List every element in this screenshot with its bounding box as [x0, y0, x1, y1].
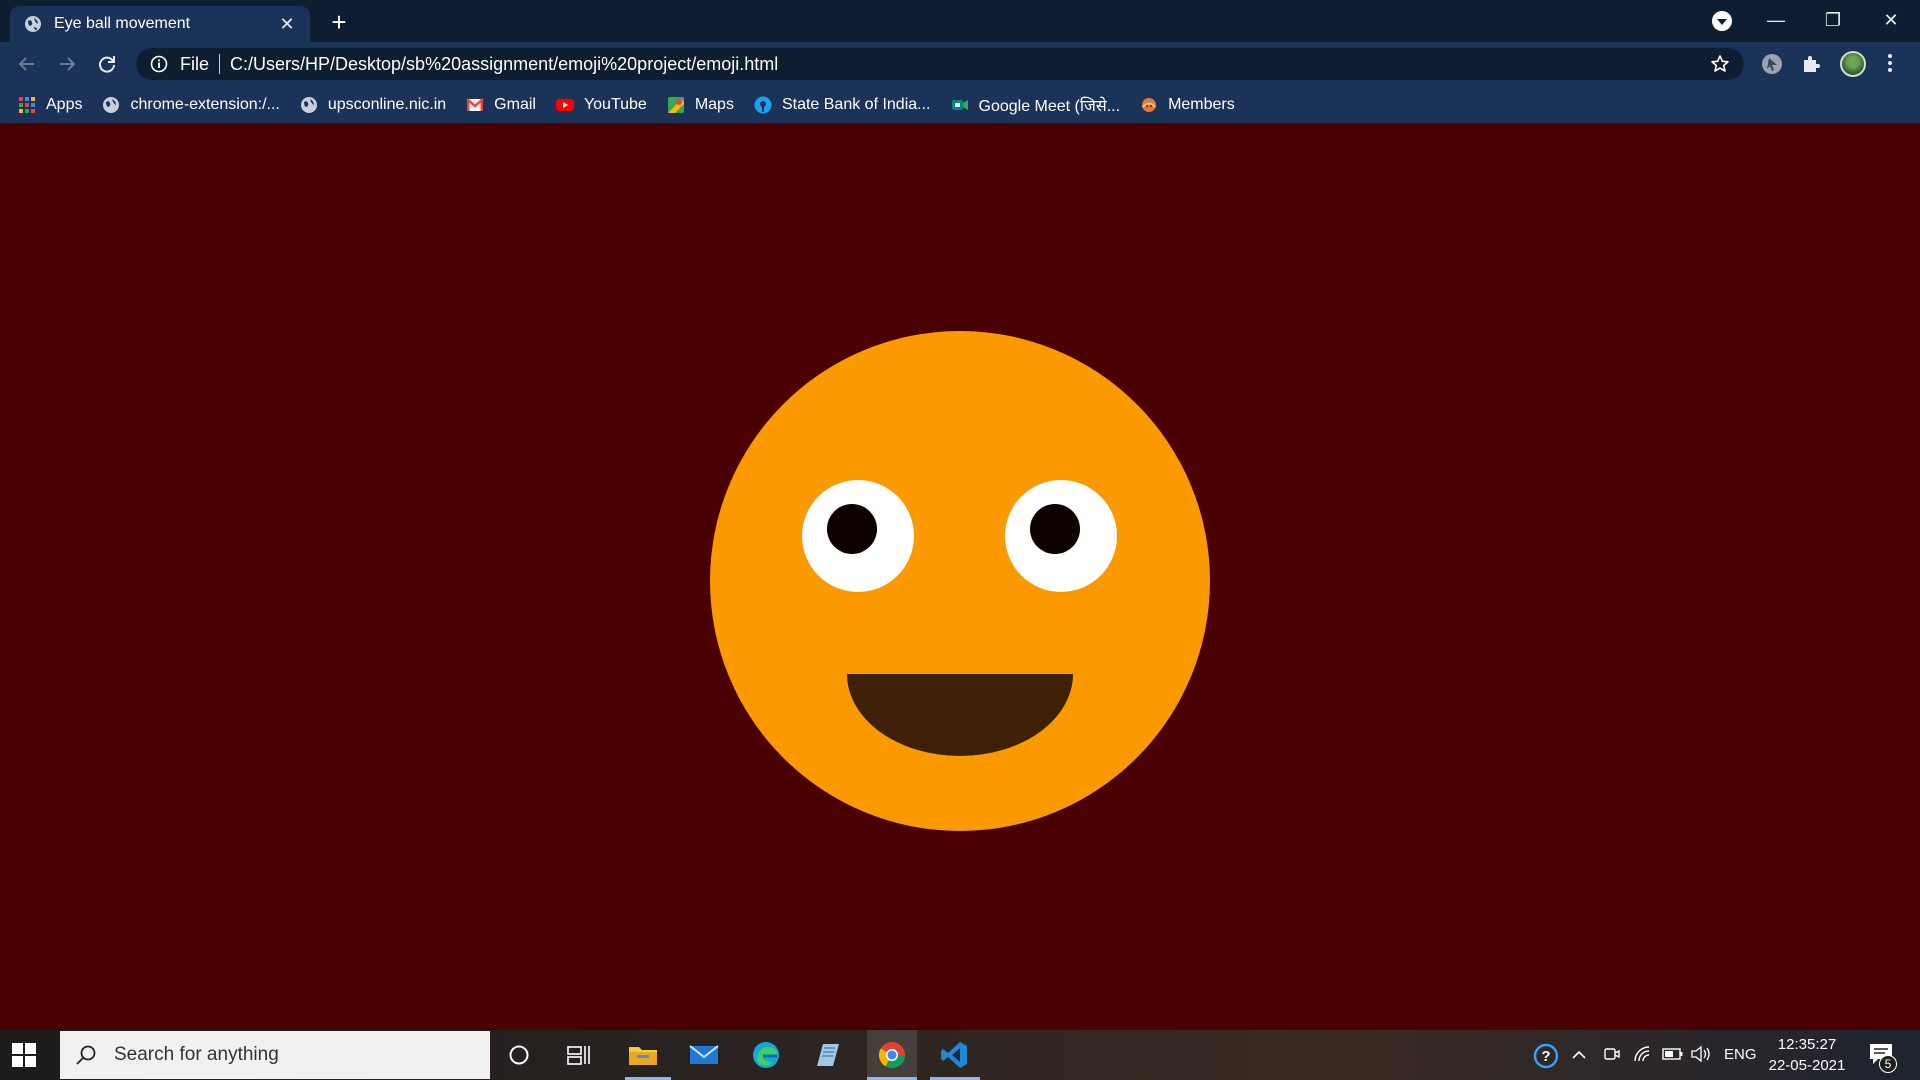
meet-now-icon[interactable]	[1603, 1045, 1621, 1063]
bookmark-label: YouTube	[583, 95, 647, 113]
edge-icon[interactable]	[750, 1040, 782, 1070]
notification-count-badge: 5	[1879, 1055, 1897, 1073]
bookmark-label: Apps	[46, 95, 83, 113]
bookmark-label: Members	[1168, 95, 1235, 113]
clock[interactable]: 12:35:27 22-05-2021	[1762, 1034, 1852, 1076]
left-pupil	[827, 504, 877, 554]
extension-icon[interactable]	[1761, 53, 1783, 75]
globe-icon	[103, 96, 120, 113]
bookmark-members[interactable]: Members	[1140, 96, 1235, 114]
apps-grid-icon	[19, 96, 35, 113]
minimize-button[interactable]: —	[1753, 6, 1799, 34]
bookmark-gmail[interactable]: Gmail	[466, 96, 536, 114]
windows-start-icon[interactable]	[12, 1043, 36, 1067]
bookmark-apps[interactable]: Apps	[18, 96, 82, 114]
url-text[interactable]: C:/Users/HP/Desktop/sb%20assignment/emoj…	[230, 54, 778, 75]
browser-title-bar: Eye ball movement ✕ + — ❐ ✕	[0, 0, 1920, 42]
bookmarks-bar: Apps chrome-extension:/... upsconline.ni…	[0, 86, 1920, 124]
task-view-icon[interactable]	[563, 1040, 595, 1070]
bookmark-chrome-extension[interactable]: chrome-extension:/...	[102, 95, 280, 114]
menu-icon[interactable]	[1887, 54, 1893, 74]
browser-tab[interactable]: Eye ball movement ✕	[10, 6, 310, 42]
mail-icon[interactable]	[688, 1040, 720, 1070]
close-window-button[interactable]: ✕	[1868, 6, 1914, 34]
search-placeholder: Search for anything	[114, 1044, 279, 1065]
globe-icon	[300, 96, 317, 113]
bookmark-label: chrome-extension:/...	[130, 95, 280, 113]
sbi-icon	[754, 96, 772, 113]
youtube-icon	[555, 98, 574, 111]
right-eye	[1005, 480, 1117, 592]
address-bar[interactable]: File C:/Users/HP/Desktop/sb%20assignment…	[136, 48, 1744, 80]
puzzle-icon[interactable]	[1800, 53, 1822, 75]
reload-icon[interactable]	[92, 49, 122, 79]
chrome-icon[interactable]	[876, 1040, 908, 1070]
bookmark-label: State Bank of India...	[781, 95, 931, 113]
battery-icon[interactable]	[1662, 1047, 1684, 1061]
maps-icon	[667, 96, 684, 113]
volume-icon[interactable]	[1690, 1045, 1712, 1063]
gmail-icon	[466, 97, 484, 111]
cortana-icon[interactable]	[503, 1040, 535, 1070]
vscode-icon[interactable]	[938, 1040, 970, 1070]
meet-icon	[951, 99, 968, 110]
bookmark-maps[interactable]: Maps	[667, 96, 734, 114]
scheme-label: File	[180, 53, 210, 74]
clock-date: 22-05-2021	[1768, 1057, 1846, 1074]
forward-arrow-icon[interactable]	[52, 49, 82, 79]
bookmark-label: Maps	[694, 95, 734, 113]
notepad-icon[interactable]	[812, 1040, 844, 1070]
profile-avatar[interactable]	[1840, 51, 1866, 77]
bookmark-label: Google Meet (जिसे...	[978, 97, 1121, 115]
help-icon[interactable]: ?	[1533, 1043, 1559, 1069]
bookmark-youtube[interactable]: YouTube	[555, 95, 647, 114]
tab-search-icon[interactable]	[1712, 11, 1732, 31]
omnibox-divider	[219, 54, 221, 74]
bookmark-label: Gmail	[494, 95, 536, 113]
members-icon	[1142, 97, 1157, 112]
info-icon[interactable]	[150, 55, 168, 73]
bookmark-label: upsconline.nic.in	[327, 95, 447, 113]
search-icon	[76, 1045, 96, 1065]
wifi-icon[interactable]	[1633, 1045, 1653, 1063]
emoji-mouth	[847, 674, 1073, 756]
taskbar-search-box[interactable]: Search for anything	[60, 1031, 490, 1079]
page-content	[0, 125, 1920, 1030]
browser-toolbar: File C:/Users/HP/Desktop/sb%20assignment…	[0, 42, 1920, 86]
emoji-face	[710, 331, 1210, 831]
globe-icon	[25, 16, 41, 32]
chevron-up-icon[interactable]	[1571, 1048, 1587, 1062]
language-indicator[interactable]: ENG	[1724, 1046, 1757, 1063]
right-pupil	[1030, 504, 1080, 554]
left-eye	[802, 480, 914, 592]
new-tab-button[interactable]: +	[325, 8, 353, 36]
restore-button[interactable]: ❐	[1810, 6, 1856, 34]
windows-taskbar: Search for anything ? ENG 12:35:27 22-05…	[0, 1030, 1920, 1080]
back-arrow-icon[interactable]	[12, 49, 42, 79]
clock-time: 12:35:27	[1777, 1036, 1837, 1053]
svg-text:?: ?	[1541, 1048, 1550, 1065]
bookmark-google-meet[interactable]: Google Meet (जिसे...	[951, 94, 1121, 116]
bookmark-sbi[interactable]: State Bank of India...	[754, 96, 931, 114]
tab-title: Eye ball movement	[54, 15, 191, 32]
bookmark-upsconline[interactable]: upsconline.nic.in	[300, 96, 446, 114]
bookmark-star-icon[interactable]	[1710, 54, 1730, 74]
tab-close-icon[interactable]: ✕	[278, 15, 296, 33]
file-explorer-icon[interactable]	[627, 1040, 659, 1070]
